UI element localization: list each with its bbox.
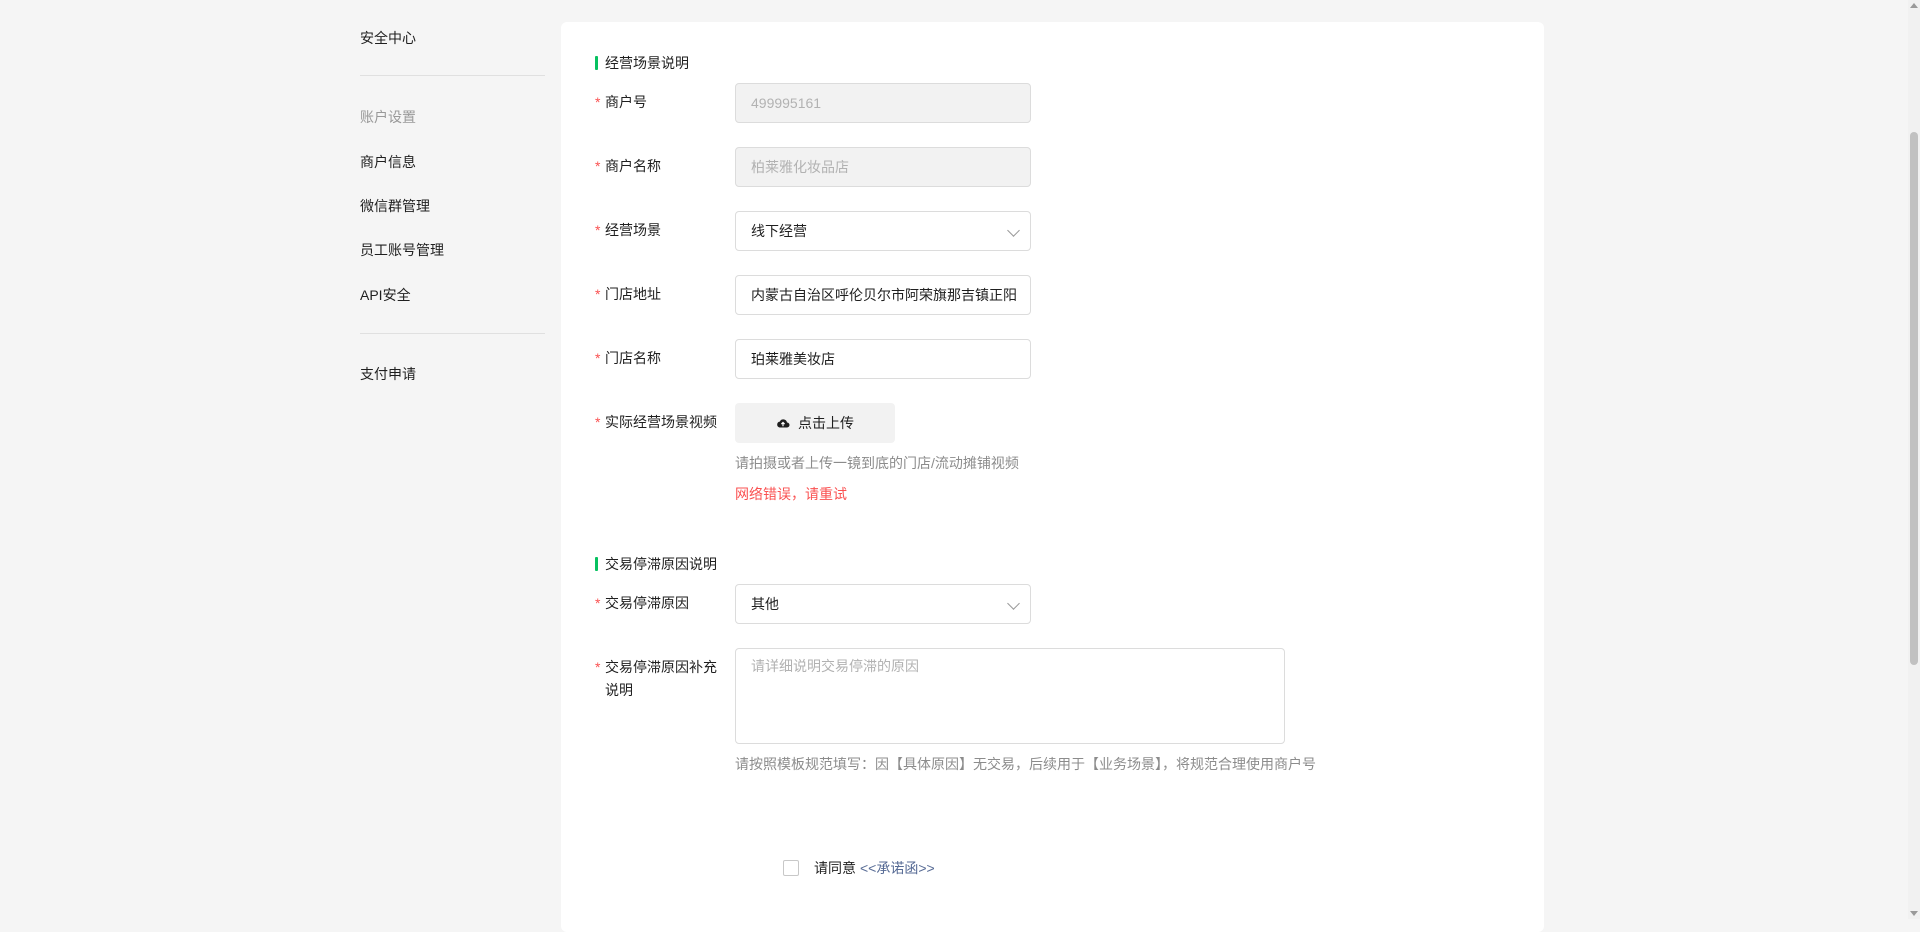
stagnation-reason-select[interactable]: 其他 xyxy=(735,584,1031,624)
upload-error-message: 网络错误，请重试 xyxy=(735,486,847,502)
scrollbar-thumb[interactable] xyxy=(1910,132,1918,665)
nav-api-security[interactable]: API安全 xyxy=(360,285,411,305)
sidebar-divider xyxy=(360,75,545,76)
nav-security-center[interactable]: 安全中心 xyxy=(360,28,416,48)
required-mark: * xyxy=(595,414,601,430)
chevron-down-icon xyxy=(1007,597,1020,610)
scene-video-label: * 实际经营场景视频 xyxy=(595,411,735,434)
nav-merchant-info[interactable]: 商户信息 xyxy=(360,152,416,172)
business-scene-select[interactable]: 线下经营 xyxy=(735,211,1031,251)
nav-wechat-group-management[interactable]: 微信群管理 xyxy=(360,196,430,216)
store-address-label: * 门店地址 xyxy=(595,283,735,306)
section-title-business-scene: 经营场景说明 xyxy=(595,55,689,71)
section-title-trade-stagnation: 交易停滞原因说明 xyxy=(595,556,717,572)
required-mark: * xyxy=(595,158,601,174)
agreement-checkbox[interactable] xyxy=(783,860,799,876)
required-mark: * xyxy=(595,286,601,302)
sidebar-divider xyxy=(360,333,545,334)
agreement-text: 请同意 xyxy=(814,860,856,876)
nav-group-account-settings: 账户设置 xyxy=(360,109,416,125)
merchant-name-label-text: 商户名称 xyxy=(605,158,661,174)
store-name-input[interactable]: 珀莱雅美妆店 xyxy=(735,339,1031,379)
business-scene-label: * 经营场景 xyxy=(595,219,735,242)
stagnation-reason-label: * 交易停滞原因 xyxy=(595,592,735,615)
agreement-row: 请同意 <<承诺函>> xyxy=(783,858,935,878)
required-mark: * xyxy=(595,350,601,366)
merchant-id-label-text: 商户号 xyxy=(605,94,647,110)
stagnation-detail-label: * 交易停滞原因补充 说明 xyxy=(595,656,735,702)
required-mark: * xyxy=(595,659,601,675)
commitment-letter-link[interactable]: <<承诺函>> xyxy=(860,858,935,878)
scene-video-label-text: 实际经营场景视频 xyxy=(605,414,717,430)
required-mark: * xyxy=(595,222,601,238)
merchant-id-label: * 商户号 xyxy=(595,91,735,114)
required-mark: * xyxy=(595,94,601,110)
stagnation-detail-label-line2: 说明 xyxy=(605,682,633,698)
video-hint: 请拍摄或者上传一镜到底的门店/流动摊铺视频 xyxy=(735,455,1019,471)
cloud-upload-icon xyxy=(777,419,790,428)
required-mark: * xyxy=(595,595,601,611)
stagnation-detail-hint: 请按照模板规范填写：因【具体原因】无交易，后续用于【业务场景】，将规范合理使用商… xyxy=(735,756,1316,772)
scroll-up-arrow-icon[interactable] xyxy=(1910,3,1918,8)
page-scrollbar[interactable] xyxy=(1908,0,1920,919)
nav-payment-application[interactable]: 支付申请 xyxy=(360,364,416,384)
store-name-label-text: 门店名称 xyxy=(605,350,661,366)
store-address-input[interactable]: 内蒙古自治区呼伦贝尔市阿荣旗那吉镇正阳 xyxy=(735,275,1031,315)
upload-button[interactable]: 点击上传 xyxy=(735,403,895,443)
stagnation-detail-label-line1: 交易停滞原因补充 xyxy=(605,659,717,675)
stagnation-reason-value: 其他 xyxy=(751,596,779,612)
merchant-name-field: 柏莱雅化妆品店 xyxy=(735,147,1031,187)
merchant-name-label: * 商户名称 xyxy=(595,155,735,178)
scroll-down-arrow-icon[interactable] xyxy=(1910,911,1918,916)
merchant-id-field: 499995161 xyxy=(735,83,1031,123)
nav-staff-account-management[interactable]: 员工账号管理 xyxy=(360,240,444,260)
business-scene-value: 线下经营 xyxy=(751,223,807,239)
store-address-label-text: 门店地址 xyxy=(605,286,661,302)
stagnation-reason-label-text: 交易停滞原因 xyxy=(605,595,689,611)
chevron-down-icon xyxy=(1007,224,1020,237)
upload-button-label: 点击上传 xyxy=(798,415,854,431)
business-scene-label-text: 经营场景 xyxy=(605,222,661,238)
stagnation-detail-textarea[interactable]: 请详细说明交易停滞的原因 xyxy=(735,648,1285,744)
store-name-label: * 门店名称 xyxy=(595,347,735,370)
